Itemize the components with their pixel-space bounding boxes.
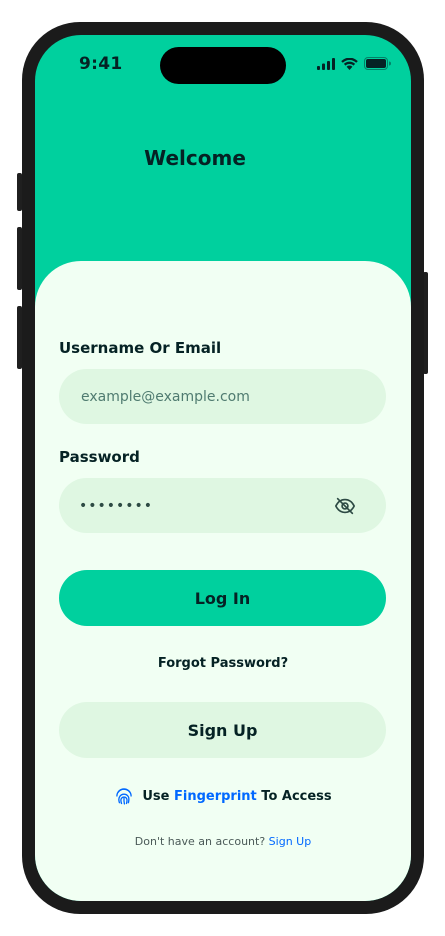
username-label: Username Or Email: [59, 339, 222, 357]
username-input[interactable]: [79, 387, 333, 406]
fingerprint-suffix: To Access: [261, 788, 332, 804]
fingerprint-access[interactable]: Use Fingerprint To Access: [35, 786, 411, 806]
forgot-password-link[interactable]: Forgot Password?: [35, 656, 411, 671]
phone-frame: 9:41 Welcome Username Or Email example@e…: [22, 22, 424, 914]
username-field[interactable]: [59, 369, 386, 424]
fingerprint-prefix: Use: [142, 788, 170, 804]
dynamic-island: [160, 47, 286, 84]
cellular-signal-icon: [317, 57, 335, 70]
status-bar: 9:41: [35, 35, 411, 95]
signup-link[interactable]: Sign Up: [269, 835, 312, 848]
wifi-icon: [341, 57, 358, 70]
signup-button[interactable]: Sign Up: [59, 702, 386, 758]
page-title: Welcome: [144, 146, 246, 170]
password-input[interactable]: ••••••••: [79, 498, 153, 514]
login-button[interactable]: Log In: [59, 570, 386, 626]
screen: 9:41 Welcome Username Or Email example@e…: [35, 35, 411, 901]
eye-off-icon[interactable]: [334, 495, 356, 517]
battery-icon: [364, 57, 391, 70]
fingerprint-accent: Fingerprint: [173, 788, 257, 804]
signup-question: Don't have an account?: [134, 835, 266, 848]
status-time: 9:41: [79, 54, 123, 74]
password-field[interactable]: ••••••••: [59, 478, 386, 533]
status-icons: [317, 57, 391, 70]
app-stage: 9:41 Welcome Username Or Email example@e…: [0, 0, 445, 936]
password-label: Password: [59, 448, 140, 466]
fingerprint-icon: [116, 788, 133, 805]
fingerprint-text: Use Fingerprint To Access: [142, 789, 331, 804]
login-sheet: Username Or Email Password •••••••• Log …: [35, 261, 411, 901]
signup-prompt: Don't have an account? Sign Up: [35, 835, 411, 848]
